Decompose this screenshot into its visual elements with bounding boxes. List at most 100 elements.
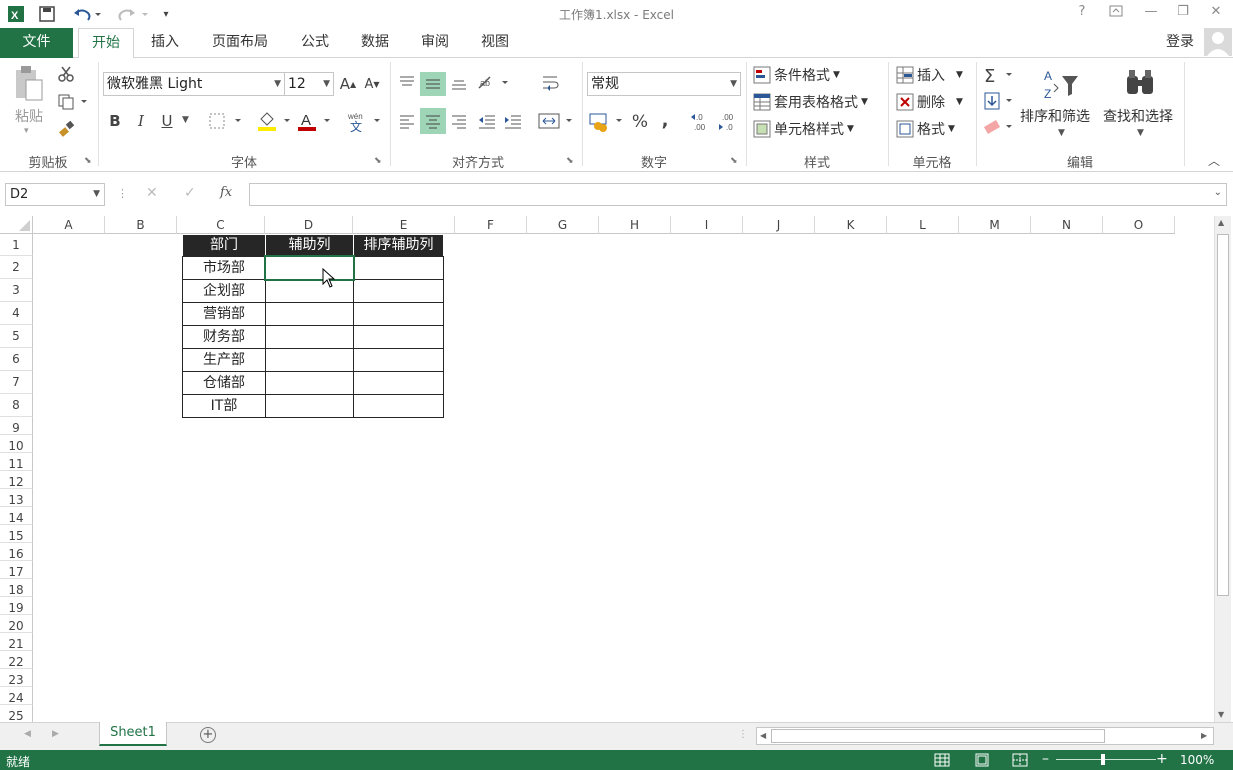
column-header-c[interactable]: C: [177, 216, 265, 234]
increase-decimal-icon[interactable]: .0.00: [690, 110, 714, 134]
orientation-icon[interactable]: ab: [476, 72, 512, 94]
insert-function-button[interactable]: fx: [220, 185, 232, 200]
column-header-d[interactable]: D: [265, 216, 353, 234]
sort-helper-cell[interactable]: [353, 348, 444, 372]
underline-button[interactable]: U: [158, 110, 176, 132]
table-header-cell[interactable]: 排序辅助列: [353, 234, 444, 257]
wrap-text-icon[interactable]: [540, 72, 562, 94]
chevron-down-icon[interactable]: ▼: [1058, 128, 1065, 138]
row-header-17[interactable]: 17: [0, 561, 33, 579]
find-select-label[interactable]: 查找和选择: [1103, 106, 1173, 126]
row-header-3[interactable]: 3: [0, 279, 33, 302]
avatar[interactable]: [1204, 28, 1232, 56]
insert-cells-button[interactable]: 插入 ▼: [896, 65, 963, 85]
align-right-icon[interactable]: [448, 110, 470, 132]
formula-input[interactable]: ⌄: [249, 183, 1227, 206]
row-header-9[interactable]: 9: [0, 417, 33, 435]
accounting-format-icon[interactable]: [588, 110, 628, 134]
zoom-level[interactable]: 100%: [1180, 753, 1214, 767]
row-header-23[interactable]: 23: [0, 669, 33, 687]
row-header-4[interactable]: 4: [0, 302, 33, 325]
shrink-font-icon[interactable]: A ▼: [362, 74, 382, 94]
sort-helper-cell[interactable]: [353, 394, 444, 418]
column-header-b[interactable]: B: [105, 216, 177, 234]
decrease-decimal-icon[interactable]: .00.0: [718, 110, 742, 134]
page-layout-view-icon[interactable]: [974, 753, 990, 770]
tab-home[interactable]: 开始: [78, 28, 134, 59]
zoom-out-button[interactable]: –: [1042, 751, 1049, 767]
row-header-14[interactable]: 14: [0, 507, 33, 525]
row-header-16[interactable]: 16: [0, 543, 33, 561]
bold-button[interactable]: B: [106, 110, 124, 132]
row-header-25[interactable]: 25: [0, 705, 33, 722]
scroll-right-icon[interactable]: ▶: [1201, 731, 1207, 740]
underline-dropdown-icon[interactable]: ▼: [182, 115, 189, 125]
column-header-e[interactable]: E: [353, 216, 455, 234]
decrease-indent-icon[interactable]: [476, 110, 498, 132]
name-box[interactable]: D2 ▼: [5, 183, 105, 206]
column-header-f[interactable]: F: [455, 216, 527, 234]
enter-icon[interactable]: ✓: [184, 185, 196, 201]
zoom-in-button[interactable]: +: [1156, 751, 1168, 767]
vertical-scrollbar[interactable]: ▲ ▼: [1214, 216, 1231, 722]
tab-file[interactable]: 文件: [0, 28, 73, 58]
format-cells-button[interactable]: 格式 ▼: [896, 119, 955, 139]
row-header-7[interactable]: 7: [0, 371, 33, 394]
login-link[interactable]: 登录: [1158, 28, 1202, 58]
helper-cell[interactable]: [265, 394, 354, 418]
close-button[interactable]: ✕: [1205, 4, 1227, 24]
clear-icon[interactable]: [982, 116, 1018, 138]
row-header-20[interactable]: 20: [0, 615, 33, 633]
conditional-format-button[interactable]: 条件格式 ▼: [753, 65, 840, 85]
horizontal-scroll-thumb[interactable]: [771, 729, 1105, 743]
column-header-i[interactable]: I: [671, 216, 743, 234]
row-header-19[interactable]: 19: [0, 597, 33, 615]
horizontal-scrollbar[interactable]: ◀ ▶: [756, 727, 1214, 745]
find-select-icon[interactable]: [1120, 64, 1160, 104]
tab-data[interactable]: 数据: [350, 28, 400, 58]
row-header-10[interactable]: 10: [0, 435, 33, 453]
align-left-icon[interactable]: [396, 110, 418, 132]
autosum-icon[interactable]: Σ: [982, 64, 1018, 86]
column-header-l[interactable]: L: [887, 216, 959, 234]
column-header-o[interactable]: O: [1103, 216, 1175, 234]
number-launcher-icon[interactable]: ⬊: [730, 156, 738, 166]
sort-filter-label[interactable]: 排序和筛选: [1020, 106, 1090, 126]
paste-icon[interactable]: [10, 64, 48, 104]
phonetic-icon[interactable]: wén 文: [344, 108, 384, 134]
merge-center-icon[interactable]: [538, 110, 576, 132]
row-header-1[interactable]: 1: [0, 234, 33, 256]
select-all-corner[interactable]: [0, 216, 33, 234]
restore-button[interactable]: ❐: [1172, 4, 1194, 24]
row-header-5[interactable]: 5: [0, 325, 33, 348]
helper-cell[interactable]: [265, 302, 354, 326]
row-header-2[interactable]: 2: [0, 256, 33, 279]
column-header-n[interactable]: N: [1031, 216, 1103, 234]
department-cell[interactable]: 财务部: [182, 325, 266, 349]
sort-helper-cell[interactable]: [353, 325, 444, 349]
sort-helper-cell[interactable]: [353, 302, 444, 326]
align-middle-icon[interactable]: [420, 72, 446, 96]
vertical-scroll-thumb[interactable]: [1217, 234, 1229, 596]
increase-indent-icon[interactable]: [502, 110, 524, 132]
department-cell[interactable]: 市场部: [182, 256, 266, 280]
split-grip-icon[interactable]: ⋮: [738, 729, 748, 740]
align-top-icon[interactable]: [396, 72, 418, 94]
sort-helper-cell[interactable]: [353, 371, 444, 395]
tab-insert[interactable]: 插入: [140, 28, 190, 58]
ribbon-display-icon[interactable]: [1105, 4, 1127, 24]
chevron-down-icon[interactable]: ▼: [1137, 128, 1144, 138]
row-header-15[interactable]: 15: [0, 525, 33, 543]
worksheet-grid[interactable]: ABCDEFGHIJKLMNO 1 2 3 4 5 6 7 8 9 10 11 12 13 14 15 16 1…: [0, 216, 1214, 722]
zoom-slider-thumb[interactable]: [1101, 754, 1105, 765]
tab-page-layout[interactable]: 页面布局: [200, 28, 280, 58]
table-header-cell[interactable]: 部门: [182, 234, 266, 257]
helper-cell[interactable]: [265, 371, 354, 395]
row-header-21[interactable]: 21: [0, 633, 33, 651]
column-header-j[interactable]: J: [743, 216, 815, 234]
font-launcher-icon[interactable]: ⬊: [374, 156, 382, 166]
department-cell[interactable]: IT部: [182, 394, 266, 418]
cut-icon[interactable]: [56, 64, 76, 84]
paste-dropdown-icon[interactable]: ▾: [24, 126, 29, 136]
border-icon[interactable]: [207, 110, 247, 132]
